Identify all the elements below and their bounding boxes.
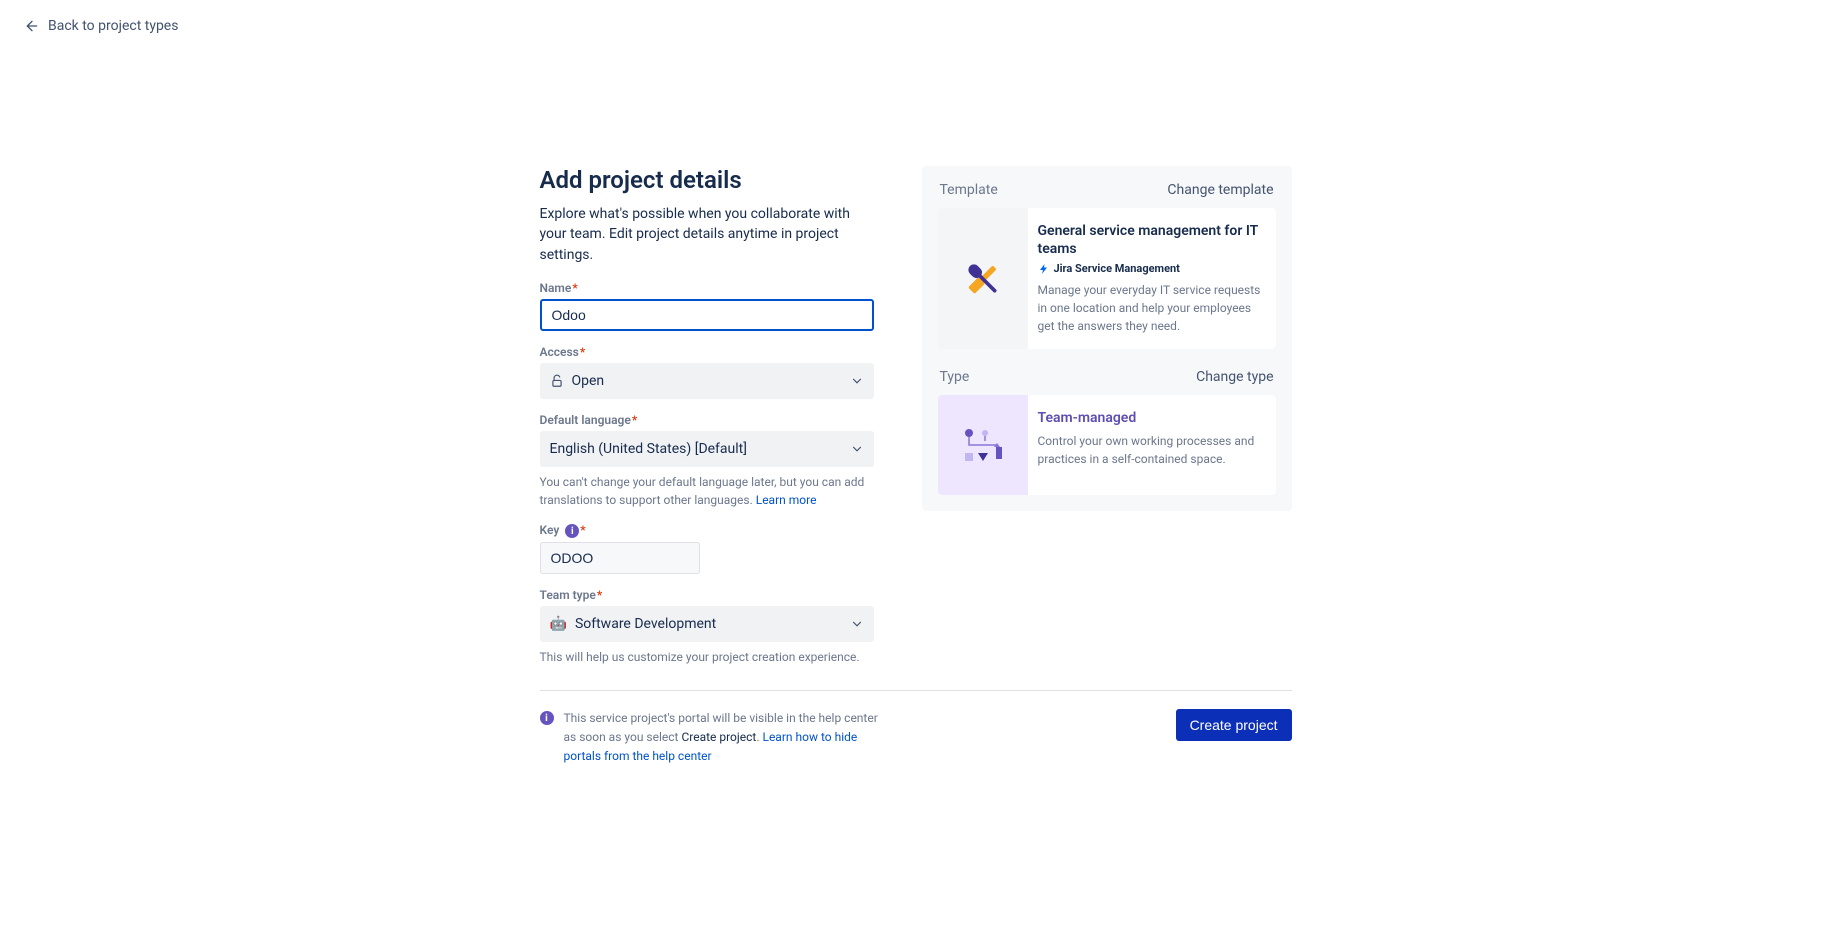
chevron-down-icon: [850, 442, 864, 456]
template-card-product: Jira Service Management: [1038, 262, 1262, 275]
lock-open-icon: [550, 374, 564, 388]
access-select[interactable]: Open: [540, 363, 874, 399]
key-input[interactable]: [540, 542, 700, 574]
type-card-title: Team-managed: [1038, 409, 1262, 427]
chevron-down-icon: [850, 374, 864, 388]
robot-icon: 🤖: [550, 616, 567, 632]
template-card-title: General service management for IT teams: [1038, 222, 1262, 258]
jsm-lightning-icon: [1038, 263, 1050, 275]
language-value: English (United States) [Default]: [550, 441, 747, 457]
info-icon[interactable]: i: [565, 524, 579, 538]
back-to-project-types-link[interactable]: Back to project types: [24, 18, 178, 34]
type-thumbnail: [938, 395, 1028, 495]
key-label: Key i*: [540, 523, 874, 539]
name-label: Name*: [540, 281, 874, 295]
teamtype-helper: This will help us customize your project…: [540, 648, 874, 666]
page-subtitle: Explore what's possible when you collabo…: [540, 204, 874, 265]
change-template-link[interactable]: Change template: [1167, 182, 1273, 198]
page-title: Add project details: [540, 166, 874, 194]
language-label: Default language*: [540, 413, 874, 427]
language-helper: You can't change your default language l…: [540, 473, 874, 509]
template-thumbnail: [938, 208, 1028, 349]
access-label: Access*: [540, 345, 874, 359]
type-card[interactable]: Team-managed Control your own working pr…: [938, 395, 1276, 495]
create-project-button[interactable]: Create project: [1176, 709, 1292, 741]
teamtype-label: Team type*: [540, 588, 874, 602]
access-value: Open: [572, 373, 605, 389]
template-card[interactable]: General service management for IT teams …: [938, 208, 1276, 349]
type-card-desc: Control your own working processes and p…: [1038, 432, 1262, 468]
wrench-screwdriver-icon: [961, 257, 1005, 301]
type-panel-label: Type: [940, 369, 970, 385]
arrow-left-icon: [24, 18, 40, 34]
back-link-label: Back to project types: [48, 18, 178, 34]
language-learn-more-link[interactable]: Learn more: [756, 493, 817, 507]
info-icon: i: [540, 711, 554, 725]
chevron-down-icon: [850, 617, 864, 631]
template-panel-label: Template: [940, 182, 998, 198]
teamtype-select[interactable]: 🤖 Software Development: [540, 606, 874, 642]
teamtype-value: Software Development: [575, 616, 716, 632]
change-type-link[interactable]: Change type: [1196, 369, 1273, 385]
footer-info-text: This service project's portal will be vi…: [564, 709, 880, 765]
team-managed-icon: [961, 425, 1005, 465]
name-input[interactable]: [540, 299, 874, 331]
template-card-desc: Manage your everyday IT service requests…: [1038, 281, 1262, 335]
language-select[interactable]: English (United States) [Default]: [540, 431, 874, 467]
